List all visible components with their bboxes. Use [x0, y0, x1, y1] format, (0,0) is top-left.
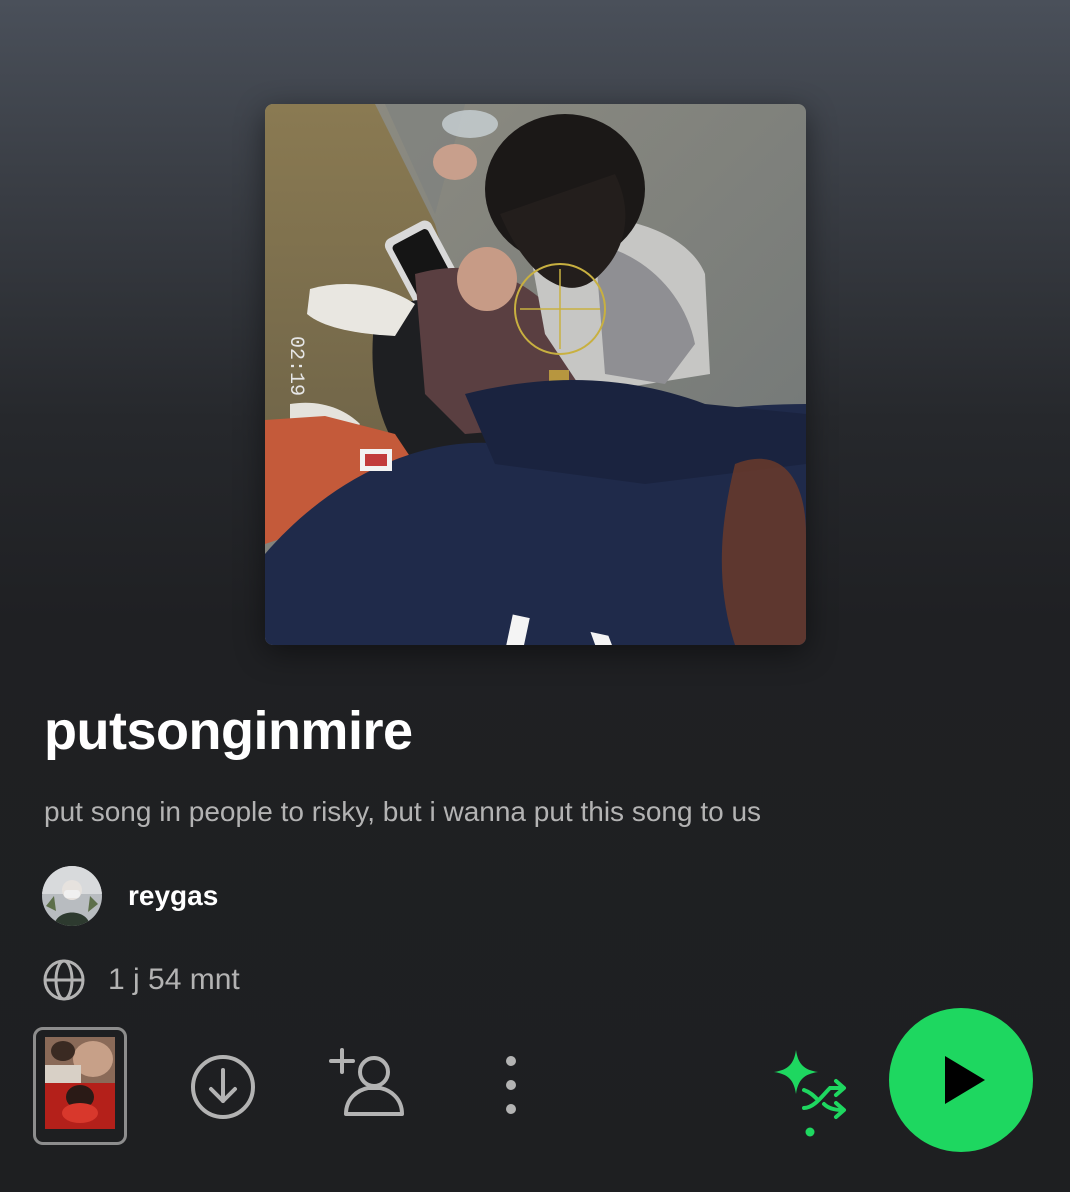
- download-icon: [191, 1055, 255, 1119]
- more-vertical-icon: [506, 1056, 516, 1114]
- playlist-title: putsonginmire: [44, 701, 413, 761]
- avatar-image: [42, 866, 102, 926]
- add-collaborator-button[interactable]: [328, 1046, 408, 1122]
- globe-icon: [43, 959, 85, 1001]
- preview-thumbnail-image: [45, 1037, 115, 1129]
- add-collaborator-icon: [329, 1048, 404, 1116]
- owner-name[interactable]: reygas: [128, 880, 218, 912]
- avatar[interactable]: [42, 866, 102, 926]
- playlist-cover: 02:19 17: [265, 104, 806, 645]
- smart-shuffle-icon: [774, 1050, 846, 1137]
- playlist-owner[interactable]: reygas: [42, 866, 218, 926]
- cover-photo: 02:19 17: [265, 104, 806, 645]
- preview-thumbnail-button[interactable]: [33, 1027, 127, 1145]
- cover-timestamp: 02:19: [284, 336, 307, 396]
- play-button[interactable]: [889, 1008, 1033, 1152]
- playlist-description: put song in people to risky, but i wanna…: [44, 796, 762, 827]
- download-button[interactable]: [186, 1050, 260, 1124]
- smart-shuffle-button[interactable]: [770, 1046, 854, 1140]
- playlist-duration: 1 j 54 mnt: [108, 963, 240, 996]
- play-icon: [945, 1056, 985, 1104]
- playlist-meta: 1 j 54 mnt: [42, 958, 240, 1002]
- more-options-button[interactable]: [492, 1052, 530, 1118]
